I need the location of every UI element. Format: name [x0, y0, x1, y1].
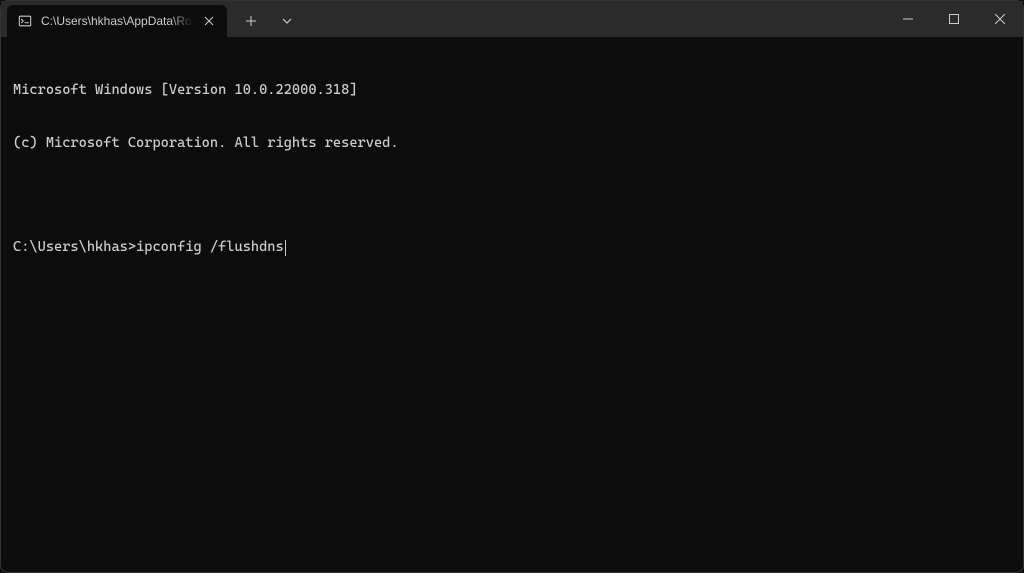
prompt-text: C:\Users\hkhas> — [13, 239, 136, 257]
titlebar: C:\Users\hkhas\AppData\Roami — [1, 1, 1023, 37]
minimize-button[interactable] — [885, 1, 931, 37]
text-cursor — [285, 240, 286, 256]
prompt-line: C:\Users\hkhas>ipconfig /flushdns — [13, 239, 1011, 257]
tab-area: C:\Users\hkhas\AppData\Roami — [1, 1, 885, 37]
output-line: (c) Microsoft Corporation. All rights re… — [13, 135, 1011, 153]
tab-title: C:\Users\hkhas\AppData\Roami — [41, 14, 193, 28]
command-input[interactable]: ipconfig /flushdns — [136, 239, 284, 257]
maximize-button[interactable] — [931, 1, 977, 37]
tab-dropdown-button[interactable] — [271, 5, 303, 37]
tab-controls — [227, 5, 303, 37]
new-tab-button[interactable] — [235, 5, 267, 37]
terminal-output[interactable]: Microsoft Windows [Version 10.0.22000.31… — [1, 37, 1023, 284]
terminal-icon — [17, 13, 33, 29]
window-controls — [885, 1, 1023, 37]
tab-close-button[interactable] — [201, 13, 217, 29]
output-line: Microsoft Windows [Version 10.0.22000.31… — [13, 82, 1011, 100]
close-button[interactable] — [977, 1, 1023, 37]
blank-line — [13, 187, 1011, 204]
tab-active[interactable]: C:\Users\hkhas\AppData\Roami — [7, 5, 227, 37]
